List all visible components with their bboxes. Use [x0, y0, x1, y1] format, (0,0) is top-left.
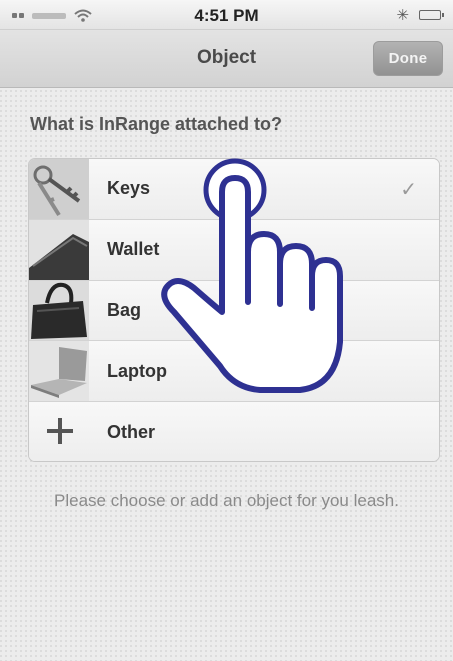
item-label: Laptop — [107, 360, 167, 381]
keys-photo-icon — [29, 159, 89, 219]
bluetooth-icon: ✳ — [396, 7, 409, 24]
list-item-keys[interactable]: Keys ✓ — [29, 159, 439, 220]
hint-text: Please choose or add an object for you l… — [54, 491, 399, 510]
list-item-bag[interactable]: Bag — [29, 280, 439, 342]
screen: 4:51 PM ✳ Object Done What is InRange at… — [0, 0, 453, 661]
item-label: Other — [107, 422, 156, 443]
list-item-laptop[interactable]: Laptop — [29, 341, 439, 403]
object-list: Keys ✓ Wallet Bag Laptop Other — [28, 158, 440, 462]
done-button[interactable]: Done — [373, 41, 443, 76]
checkmark-icon: ✓ — [400, 179, 417, 201]
item-label: Bag — [107, 299, 142, 320]
item-label: Wallet — [107, 239, 160, 260]
plus-icon — [45, 416, 75, 446]
nav-bar: Object Done — [0, 30, 453, 88]
wallet-photo-icon — [29, 219, 89, 280]
bag-photo-icon — [29, 280, 89, 341]
question-label: What is InRange attached to? — [30, 114, 283, 134]
status-right: ✳ — [396, 6, 444, 24]
list-item-wallet[interactable]: Wallet — [29, 219, 439, 281]
status-bar: 4:51 PM ✳ — [0, 0, 453, 30]
battery-icon — [419, 10, 444, 20]
laptop-photo-icon — [29, 341, 89, 402]
item-label: Keys — [107, 178, 151, 199]
list-item-other[interactable]: Other — [29, 402, 439, 461]
status-time: 4:51 PM — [194, 6, 259, 25]
